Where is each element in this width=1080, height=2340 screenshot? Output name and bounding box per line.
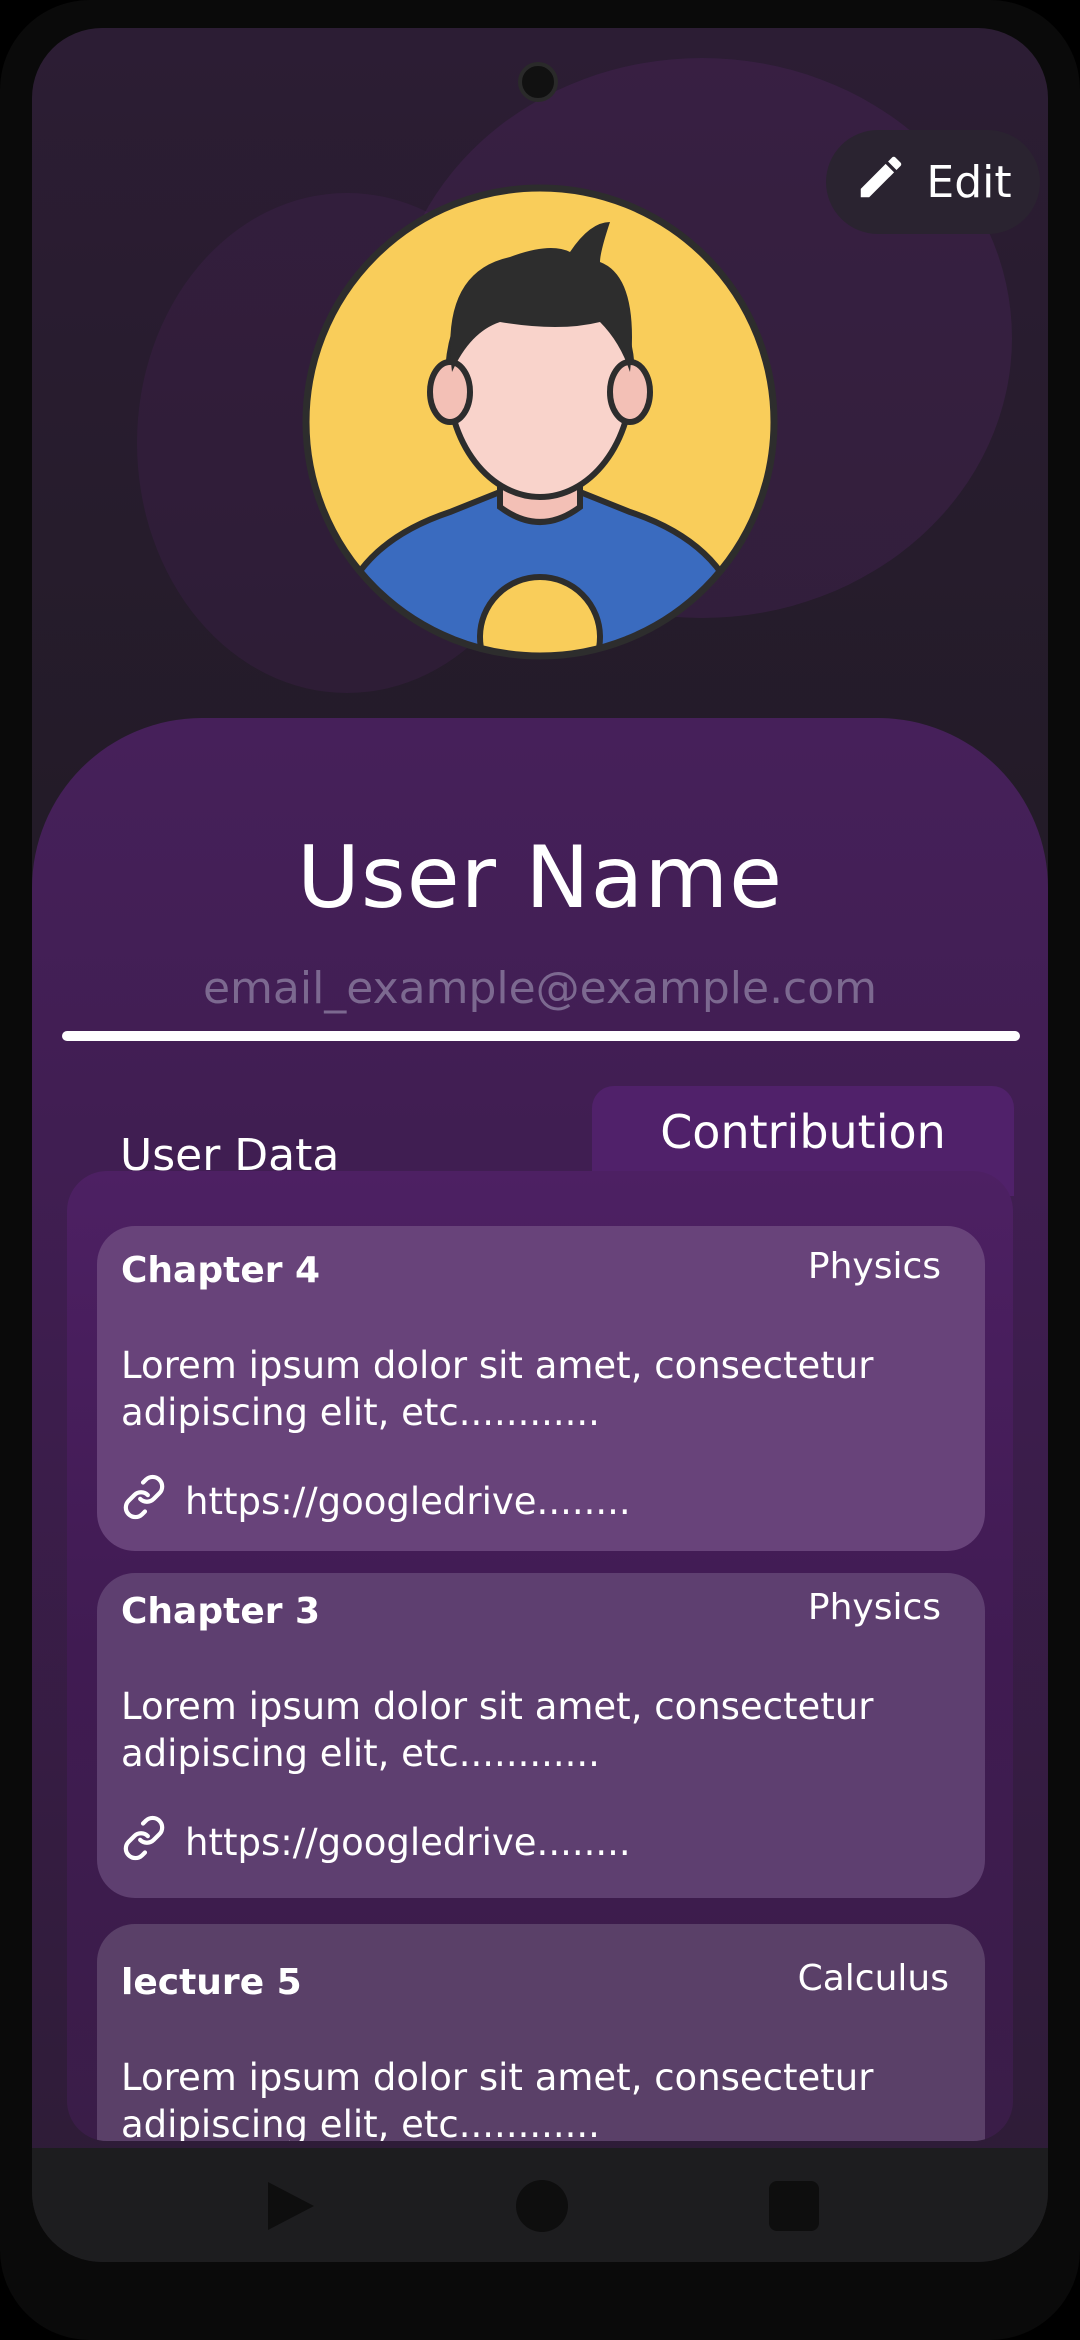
card-link-text: https://googledrive........ (185, 1480, 631, 1523)
user-name: User Name (296, 828, 784, 928)
card-subject: Calculus (797, 1958, 949, 1999)
card-link[interactable]: https://googledrive........ (121, 1815, 631, 1870)
contribution-list[interactable]: Chapter 4 Physics Lorem ipsum dolor sit … (67, 1171, 1013, 2141)
phone-frame: Edit User Name email_example@example.com… (0, 0, 1080, 2340)
card-description: Lorem ipsum dolor sit amet, consectetur … (121, 1685, 874, 1775)
card-title: Chapter 3 (121, 1591, 321, 1632)
contribution-card[interactable]: lecture 5 Calculus Lorem ipsum dolor sit… (97, 1924, 985, 2141)
edit-button[interactable]: Edit (826, 130, 1040, 234)
contribution-card[interactable]: Chapter 4 Physics Lorem ipsum dolor sit … (97, 1226, 985, 1551)
back-triangle-icon[interactable] (262, 2178, 318, 2238)
front-camera (518, 62, 558, 102)
card-link[interactable]: https://googledrive........ (121, 1474, 631, 1529)
card-title: Chapter 4 (121, 1250, 321, 1291)
card-subject: Physics (807, 1246, 941, 1287)
card-description: Lorem ipsum dolor sit amet, consectetur … (121, 2056, 874, 2141)
home-circle-icon[interactable] (514, 2178, 570, 2238)
recents-square-icon[interactable] (766, 2178, 822, 2238)
card-subject: Physics (807, 1587, 941, 1628)
edit-label: Edit (926, 156, 1012, 208)
pencil-icon (854, 150, 908, 215)
link-icon (121, 1474, 167, 1529)
system-navbar (32, 2148, 1048, 2262)
divider (62, 1031, 1020, 1041)
user-email: email_example@example.com (202, 963, 878, 1014)
contribution-card[interactable]: Chapter 3 Physics Lorem ipsum dolor sit … (97, 1573, 985, 1898)
screen: Edit User Name email_example@example.com… (32, 28, 1048, 2262)
card-link-text: https://googledrive........ (185, 1821, 631, 1864)
card-title: lecture 5 (121, 1962, 302, 2003)
avatar (300, 182, 780, 662)
link-icon (121, 1815, 167, 1870)
card-description: Lorem ipsum dolor sit amet, consectetur … (121, 1344, 874, 1434)
